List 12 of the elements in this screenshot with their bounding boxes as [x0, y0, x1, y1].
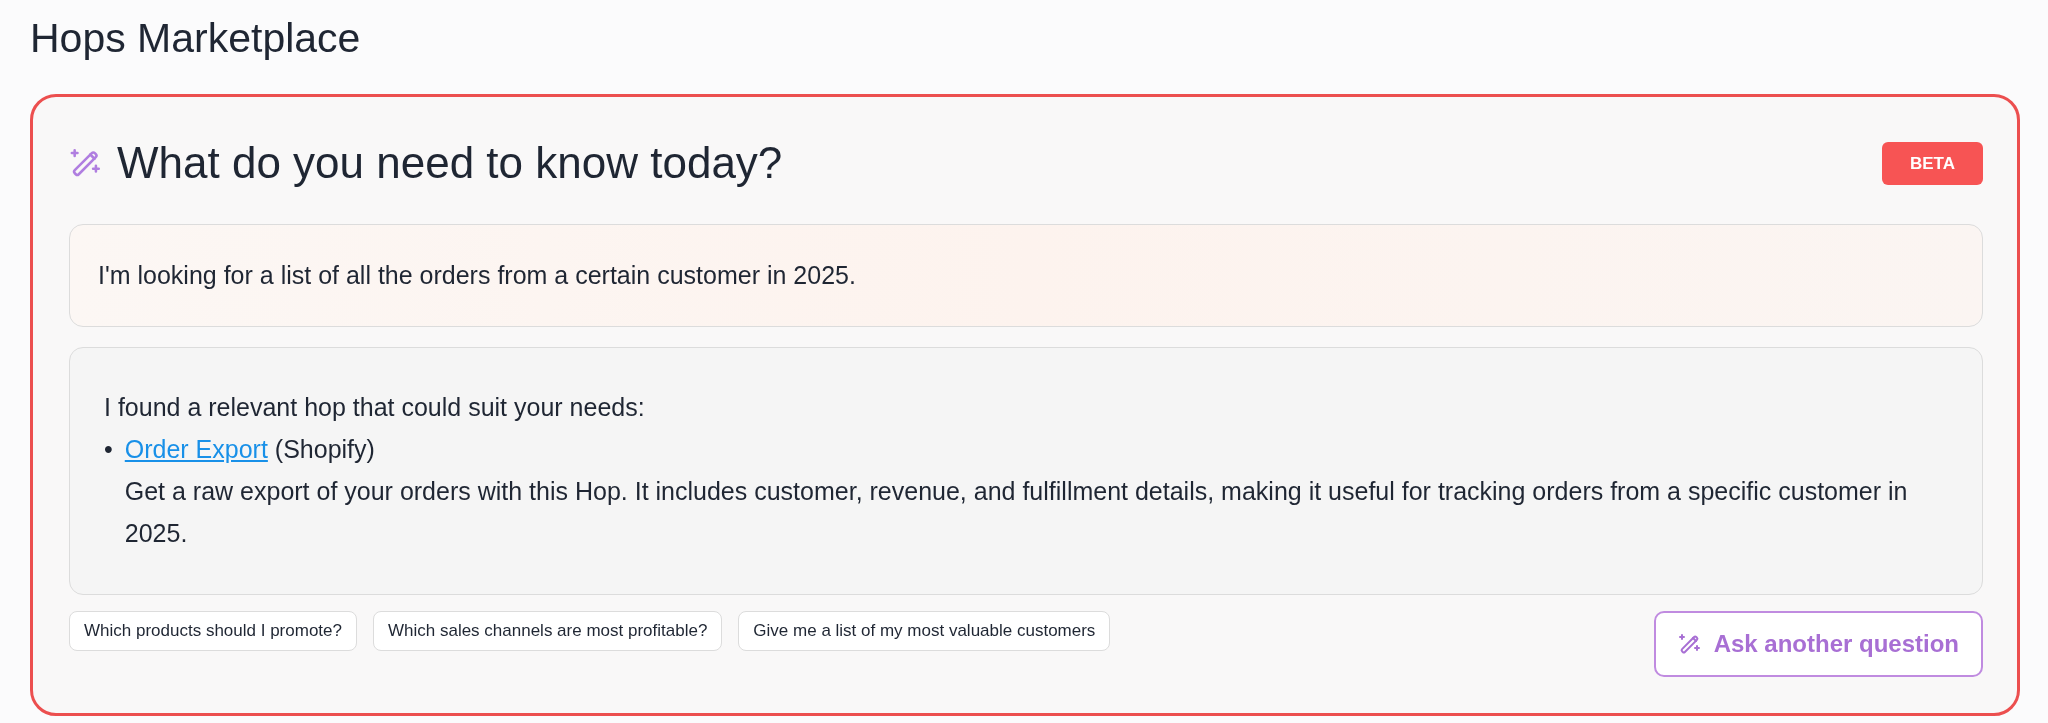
suggestion-chip[interactable]: Which sales channels are most profitable?: [372, 611, 723, 651]
question-message: I'm looking for a list of all the orders from a certain customer in 2025.: [69, 223, 1983, 328]
bullet-marker: •: [104, 434, 113, 466]
answer-intro: I found a relevant hop that could suit your needs:: [104, 392, 646, 424]
hop-source: (Shopify): [274, 435, 375, 464]
ask-question-button[interactable]: Ask another question: [1653, 611, 1983, 678]
suggestion-chip[interactable]: Which products should I promote?: [69, 611, 357, 651]
page-title: Hops Marketplace: [29, 14, 362, 63]
hop-description: Get a raw export of your orders with this Hop. It includes customer, revenue, and fulfillment details, making it useful for tracking orders from a specific customer in 2025.: [124, 476, 1909, 550]
beta-badge: BETA: [1882, 141, 1983, 186]
assistant-title: What do you need to know today?: [117, 137, 783, 189]
suggestion-chip[interactable]: Give me a list of my most valuable customers: [738, 611, 1111, 651]
